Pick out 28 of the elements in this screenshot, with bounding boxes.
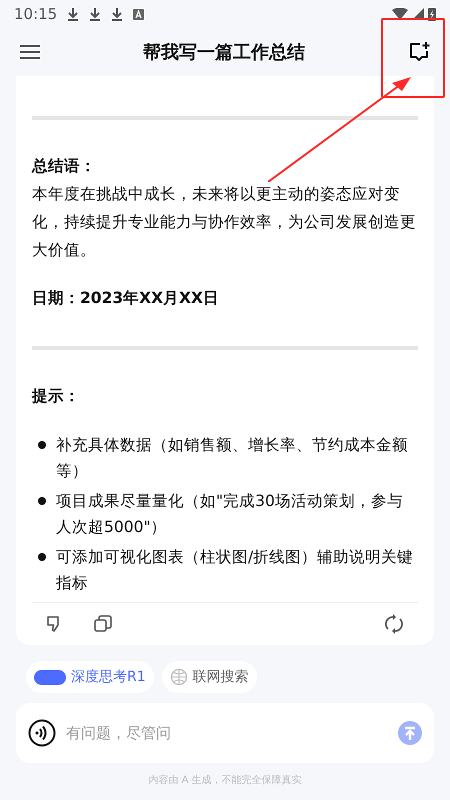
tips-heading: 提示： [32, 386, 81, 407]
mode-toggle[interactable]: 深度思考R1 [26, 661, 154, 693]
message-input[interactable]: 有问题，尽管问 [66, 722, 388, 744]
summary-heading: 总结语： [32, 156, 97, 177]
download-icon [111, 7, 124, 21]
download-icon [89, 7, 102, 21]
bullet-icon [38, 497, 46, 505]
signal-icon [412, 8, 424, 20]
date-line: 日期：2023年XX月XX日 [32, 288, 220, 309]
bullet-icon [38, 441, 46, 449]
status-time: 10:15 [14, 4, 58, 25]
globe-icon [170, 668, 188, 686]
notification-icon [133, 8, 144, 20]
bullet-icon [38, 553, 46, 561]
menu-button[interactable] [18, 42, 42, 62]
tip-text: 可添加可视化图表（柱状图/折线图）辅助说明关键指标 [56, 547, 414, 594]
summary-paragraph: 本年度在挑战中成长，未来将以更主动的姿态应对变化，持续提升专业能力与协作效率，为公司发展创造更大价值。 [32, 184, 417, 261]
copy-button[interactable] [94, 615, 112, 633]
disclaimer-text: 内容由 A 生成，不能完全保障真实 [148, 774, 302, 788]
page-title: 帮我写一篇工作总结 [143, 40, 305, 64]
tip-text: 补充具体数据（如销售额、增长率、节约成本金额等） [56, 435, 409, 482]
regenerate-button[interactable] [384, 614, 404, 634]
input-bar[interactable]: 有问题，尽管问 [16, 703, 434, 763]
wifi-icon [392, 8, 408, 20]
tip-text: 项目成果尽量量化（如"完成30场活动策划，参与人次超5000"） [56, 491, 404, 538]
mode-toggle[interactable]: 联网搜索 [162, 661, 257, 693]
download-icon [67, 7, 80, 21]
voice-icon[interactable] [28, 719, 56, 747]
